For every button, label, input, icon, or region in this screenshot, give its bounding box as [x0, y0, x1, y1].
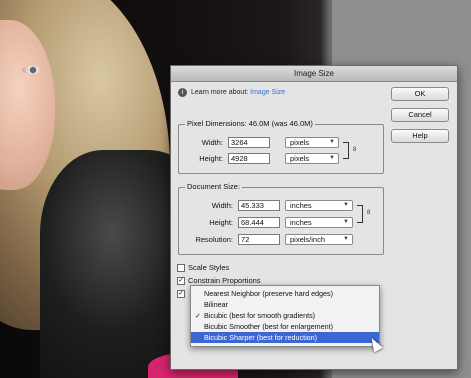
link-bracket: [343, 142, 349, 159]
constrain-proportions-label: Constrain Proportions: [188, 276, 261, 285]
doc-width-unit: inches: [290, 201, 312, 210]
chevron-down-icon: ▼: [343, 236, 349, 242]
pixel-width-unit-select[interactable]: pixels ▼: [285, 137, 339, 148]
checkmark-icon: ✓: [195, 311, 202, 320]
photo-eye: [22, 66, 42, 74]
learn-more: Learn more about: Image Size: [191, 89, 285, 96]
menu-item-label: Bicubic Smoother (best for enlargement): [204, 322, 334, 331]
menu-item-bicubic-smoother[interactable]: Bicubic Smoother (best for enlargement): [191, 321, 379, 332]
menu-item-label: Bilinear: [204, 300, 228, 309]
pixel-width-label: Width:: [201, 138, 223, 147]
menu-item-nearest-neighbor[interactable]: Nearest Neighbor (preserve hard edges): [191, 288, 379, 299]
chevron-down-icon: ▼: [343, 202, 349, 208]
learn-more-label: Learn more about:: [191, 89, 249, 96]
menu-item-bicubic[interactable]: ✓ Bicubic (best for smooth gradients): [191, 310, 379, 321]
menu-item-bicubic-sharper[interactable]: Bicubic Sharper (best for reduction): [191, 332, 379, 343]
doc-height-input[interactable]: 68.444: [238, 217, 280, 228]
cancel-button[interactable]: Cancel: [391, 108, 449, 122]
learn-more-link[interactable]: Image Size: [250, 89, 285, 96]
help-button[interactable]: Help: [391, 129, 449, 143]
doc-width-unit-select[interactable]: inches ▼: [285, 200, 353, 211]
pixel-height-label: Height:: [199, 154, 223, 163]
pixel-height-unit: pixels: [290, 154, 310, 163]
pixel-height-unit-select[interactable]: pixels ▼: [285, 153, 339, 164]
dialog-title: Image Size: [171, 66, 457, 82]
info-icon: i: [178, 88, 187, 97]
doc-width-label: Width:: [211, 201, 233, 210]
doc-width-input[interactable]: 45.333: [238, 200, 280, 211]
doc-height-unit-select[interactable]: inches ▼: [285, 217, 353, 228]
ok-button[interactable]: OK: [391, 87, 449, 101]
menu-item-bilinear[interactable]: Bilinear: [191, 299, 379, 310]
resample-image-checkbox[interactable]: ✓: [177, 290, 185, 298]
document-size-group: Document Size: Width: 45.333 inches ▼ He…: [178, 182, 384, 255]
scale-styles-label: Scale Styles: [188, 263, 230, 272]
pixel-height-input[interactable]: 4928: [228, 153, 270, 164]
resolution-unit-select[interactable]: pixels/inch ▼: [285, 234, 353, 245]
resolution-unit: pixels/inch: [290, 235, 326, 244]
menu-item-label: Nearest Neighbor (preserve hard edges): [204, 289, 334, 298]
chain-link-icon: 8: [367, 210, 371, 216]
link-bracket: [357, 205, 363, 223]
chevron-down-icon: ▼: [329, 139, 335, 145]
resolution-label: Resolution:: [195, 235, 233, 244]
resample-menu: Nearest Neighbor (preserve hard edges) B…: [190, 285, 380, 347]
pixel-dimensions-group: Pixel Dimensions: 46.0M (was 46.0M) Widt…: [178, 119, 384, 174]
chevron-down-icon: ▼: [343, 219, 349, 225]
doc-height-label: Height:: [209, 218, 233, 227]
resolution-input[interactable]: 72: [238, 234, 280, 245]
constrain-proportions-checkbox[interactable]: ✓: [177, 277, 185, 285]
pixel-width-unit: pixels: [290, 138, 310, 147]
menu-item-label: Bicubic (best for smooth gradients): [204, 311, 316, 320]
scale-styles-checkbox[interactable]: [177, 264, 185, 272]
menu-item-label: Bicubic Sharper (best for reduction): [204, 333, 318, 342]
document-size-legend: Document Size:: [185, 182, 242, 191]
pixel-dimensions-legend: Pixel Dimensions: 46.0M (was 46.0M): [185, 119, 315, 128]
pixel-width-input[interactable]: 3264: [228, 137, 270, 148]
doc-height-unit: inches: [290, 218, 312, 227]
chain-link-icon: 8: [353, 147, 357, 153]
chevron-down-icon: ▼: [329, 155, 335, 161]
